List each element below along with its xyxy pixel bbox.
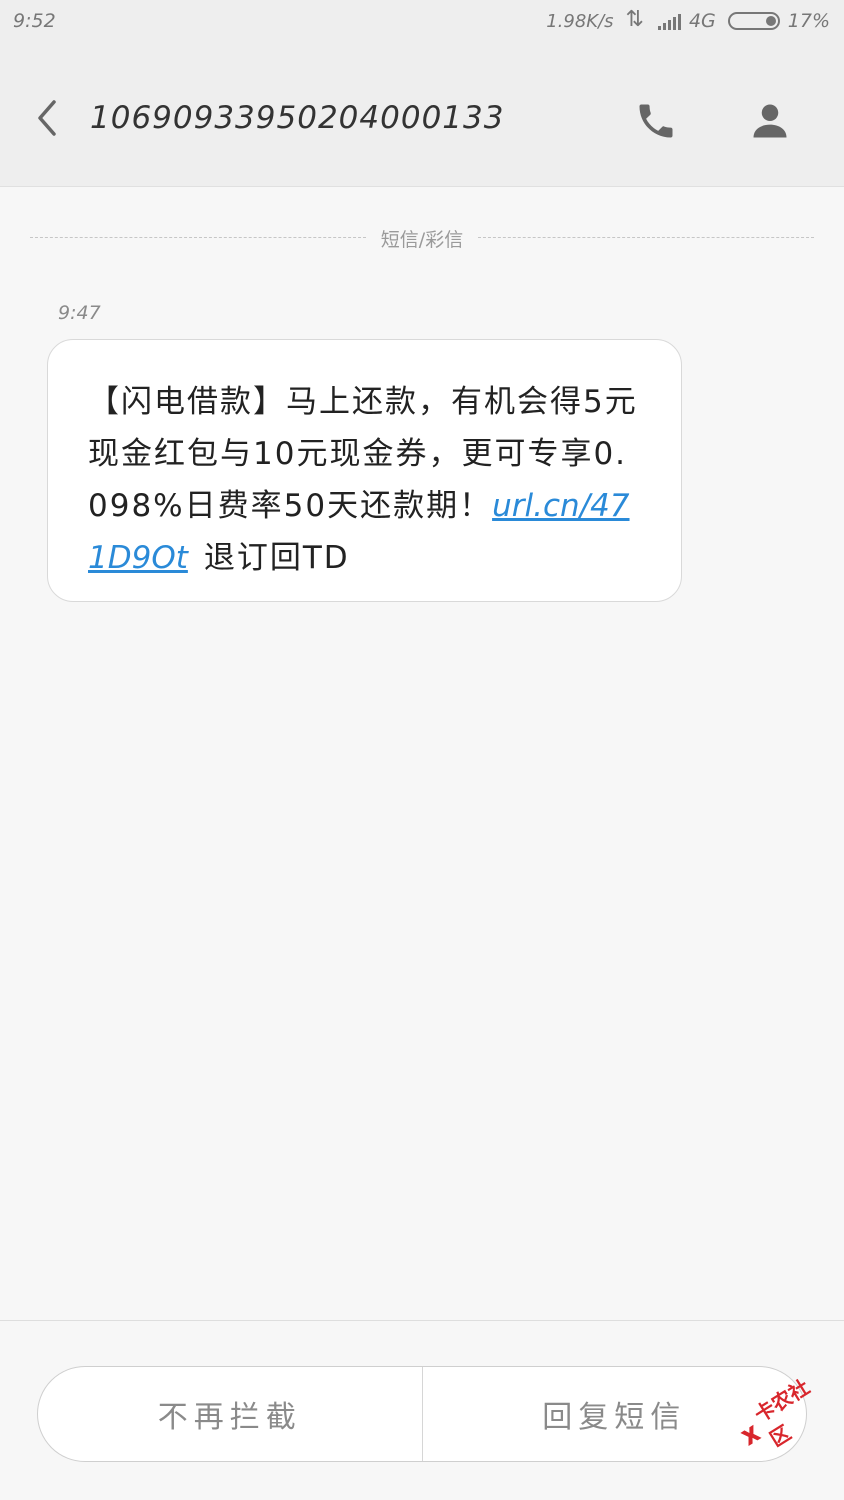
network-type: 4G [688,10,716,32]
net-speed: 1.98K/s [546,10,614,32]
status-bar: 9:52 1.98K/s ⇅ 4G 17% [0,0,844,44]
message-bubble[interactable]: 【闪电借款】马上还款，有机会得5元现金红包与10元现金券，更可专享0.098%日… [47,339,682,602]
message-body: 【闪电借款】马上还款，有机会得5元现金红包与10元现金券，更可专享0.098%日… [88,376,641,584]
divider-line-left [30,237,366,238]
message-time: 9:47 [58,302,101,324]
data-arrows-icon: ⇅ [625,7,644,32]
sender-number: 10690933950204000133 [90,100,505,136]
battery-icon [727,12,780,30]
back-icon[interactable] [28,96,68,140]
bottom-separator [0,1320,844,1321]
sms-conversation-screen: 9:52 1.98K/s ⇅ 4G 17% 106909339502040001… [0,0,844,1500]
action-bar: 不再拦截 回复短信 [37,1366,807,1462]
battery-percent: 17% [787,10,830,32]
message-type-label: 短信/彩信 [380,229,464,251]
signal-icon [657,12,681,30]
unsubscribe-text: 退订回TD [203,540,350,576]
status-time: 9:52 [13,10,56,32]
unblock-button[interactable]: 不再拦截 [38,1367,422,1461]
status-indicators: 1.98K/s ⇅ 4G 17% [546,7,830,32]
conversation-header: 10690933950204000133 [0,44,844,187]
contact-icon[interactable] [748,99,792,143]
divider-line-right [478,237,814,238]
call-icon[interactable] [634,99,678,143]
